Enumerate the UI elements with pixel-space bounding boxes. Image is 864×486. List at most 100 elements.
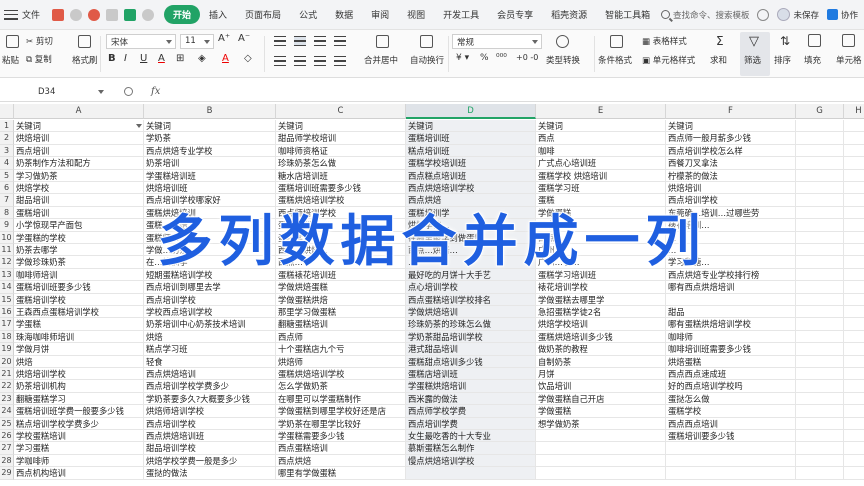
cell-b10[interactable]: 蛋糕师… <box>144 231 276 244</box>
row-header[interactable]: 20 <box>0 355 14 368</box>
cell-a15[interactable]: 蛋糕培训学校 <box>14 293 144 306</box>
cell-g19[interactable] <box>796 343 844 356</box>
cell-f24[interactable]: 蛋糕学校 <box>666 405 796 418</box>
cell-c4[interactable]: 珍珠奶茶怎么做 <box>276 157 406 170</box>
cell-e9[interactable]: 西点… <box>536 219 666 232</box>
cell-d5[interactable]: 西点糕点培训班 <box>406 169 536 182</box>
font-size-select[interactable]: 11 <box>180 34 214 49</box>
cell-f28[interactable] <box>666 454 796 468</box>
cell-d28[interactable]: 慢点烘焙培训学校 <box>406 454 536 468</box>
cell-g7[interactable] <box>796 194 844 207</box>
cell-f16[interactable]: 甜品 <box>666 306 796 319</box>
cell-f22[interactable]: 好的西点培训学校吗 <box>666 380 796 393</box>
cell-b15[interactable]: 西点培训学校 <box>144 293 276 306</box>
cell-a16[interactable]: 王森西点蛋糕培训学校 <box>14 306 144 319</box>
currency-icon[interactable]: ¥ ▾ <box>456 53 469 63</box>
cell-e25[interactable]: 想学做奶茶 <box>536 417 666 430</box>
zoom-icon[interactable] <box>124 87 133 96</box>
indent-icon[interactable] <box>334 36 346 46</box>
cell-c2[interactable]: 甜品师学校培训 <box>276 132 406 145</box>
print-icon[interactable] <box>106 8 119 21</box>
font-color-icon[interactable]: A <box>222 53 229 64</box>
cell-h28[interactable] <box>844 455 864 468</box>
cell-d22[interactable]: 学蛋糕烘焙培训 <box>406 380 536 393</box>
cell-g21[interactable] <box>796 368 844 381</box>
save-status[interactable]: 未保存 <box>777 8 819 21</box>
save-icon[interactable] <box>52 8 65 21</box>
cell-c8[interactable]: 西点师培训学校 <box>276 206 406 220</box>
tab-docer[interactable]: 稻壳资源 <box>542 8 596 21</box>
cell-f7[interactable]: 西点培训学校 <box>666 194 796 207</box>
cell-d19[interactable]: 港式甜品培训 <box>406 343 536 356</box>
cell-g11[interactable] <box>796 244 844 257</box>
cell-b2[interactable]: 学奶茶 <box>144 132 276 145</box>
tab-home[interactable]: 开始 <box>164 5 201 24</box>
cell-g8[interactable] <box>796 206 844 220</box>
table-style-button[interactable]: ▦ 表格样式 <box>642 35 687 47</box>
tab-member[interactable]: 会员专享 <box>488 8 542 21</box>
align-bottom-icon[interactable] <box>314 36 326 46</box>
cell-f17[interactable]: 哪有蛋糕烘焙培训学校 <box>666 318 796 331</box>
cell-h19[interactable] <box>844 343 864 356</box>
cell-g25[interactable] <box>796 417 844 430</box>
cell-d21[interactable]: 蛋糕店培训班 <box>406 368 536 381</box>
cell-d17[interactable]: 珍珠奶茶的珍珠怎么做 <box>406 318 536 331</box>
row-header[interactable]: 19 <box>0 343 14 356</box>
fill-color-icon[interactable]: ◈ <box>198 53 206 64</box>
align-center-icon[interactable] <box>294 56 306 66</box>
cell-a22[interactable]: 奶茶培训机构 <box>14 380 144 393</box>
cell-h23[interactable] <box>844 393 864 406</box>
cell-f18[interactable]: 咖啡师 <box>666 330 796 344</box>
cell-g24[interactable] <box>796 405 844 418</box>
column-header-f[interactable]: F <box>666 104 796 119</box>
cell-b6[interactable]: 烘焙培训班 <box>144 182 276 195</box>
cell-d25[interactable]: 西点培训学费 <box>406 417 536 430</box>
cell-c27[interactable]: 西点蛋糕培训 <box>276 442 406 455</box>
cell-d11[interactable]: 西点…烘焙… <box>406 244 536 257</box>
tab-developer[interactable]: 开发工具 <box>434 8 488 21</box>
cell-g18[interactable] <box>796 330 844 344</box>
cell-e15[interactable]: 学做蛋糕去哪里学 <box>536 293 666 306</box>
cell-d10[interactable]: 在哪里能学到做蛋糕… <box>406 231 536 244</box>
cell-a26[interactable]: 学校蛋糕培训 <box>14 430 144 443</box>
row-header[interactable]: 13 <box>0 268 14 282</box>
row-header[interactable]: 15 <box>0 293 14 306</box>
cell-b11[interactable]: 学做…奶茶… <box>144 244 276 257</box>
align-right-icon[interactable] <box>314 56 326 66</box>
cell-a25[interactable]: 糕点培训学校学费多少 <box>14 417 144 430</box>
column-header-a[interactable]: A <box>14 104 144 119</box>
cell-e14[interactable]: 裱花培训学校 <box>536 281 666 294</box>
cell-a6[interactable]: 烘焙学校 <box>14 182 144 195</box>
cell-f25[interactable]: 西点西点培训 <box>666 417 796 430</box>
font-shrink-icon[interactable]: A⁻ <box>238 33 250 44</box>
cell-h2[interactable] <box>844 132 864 145</box>
cell-e19[interactable]: 做奶茶的教程 <box>536 343 666 356</box>
cell-b20[interactable]: 轻食 <box>144 355 276 368</box>
decimal-icon[interactable]: +0 -0 <box>516 53 538 62</box>
cell-c10[interactable]: 蛋糕学… <box>276 231 406 244</box>
paste-button[interactable]: 粘贴 <box>2 54 19 66</box>
font-name-select[interactable]: 宋体 <box>106 34 176 49</box>
cell-a11[interactable]: 奶茶去哪学 <box>14 244 144 257</box>
thousands-icon[interactable]: ⁰⁰⁰ <box>496 53 507 63</box>
cell-f20[interactable]: 烘焙蛋糕 <box>666 355 796 368</box>
row-header[interactable]: 14 <box>0 281 14 294</box>
cell-c6[interactable]: 蛋糕培训班需要多少钱 <box>276 182 406 195</box>
cell-e6[interactable]: 蛋糕学习班 <box>536 182 666 195</box>
cell-h10[interactable] <box>844 232 864 244</box>
cell-h15[interactable] <box>844 294 864 306</box>
cell-a2[interactable]: 烘焙培训 <box>14 132 144 145</box>
cell-c14[interactable]: 学做烘焙蛋糕 <box>276 281 406 294</box>
font-grow-icon[interactable]: A⁺ <box>218 33 230 44</box>
cell-e24[interactable]: 学做蛋糕 <box>536 405 666 418</box>
cell-c17[interactable]: 翻糖蛋糕培训 <box>276 318 406 331</box>
cell-d9[interactable]: 烘焙学校… <box>406 219 536 232</box>
cell-h9[interactable] <box>844 219 864 232</box>
cell-a14[interactable]: 蛋糕培训班要多少钱 <box>14 281 144 294</box>
fx-icon[interactable]: fx <box>151 86 160 97</box>
row-header[interactable]: 28 <box>0 454 14 468</box>
cell-f10[interactable]: … <box>666 231 796 244</box>
sync-icon[interactable] <box>757 8 770 21</box>
cell-h6[interactable] <box>844 182 864 195</box>
preview-icon[interactable] <box>142 8 155 21</box>
